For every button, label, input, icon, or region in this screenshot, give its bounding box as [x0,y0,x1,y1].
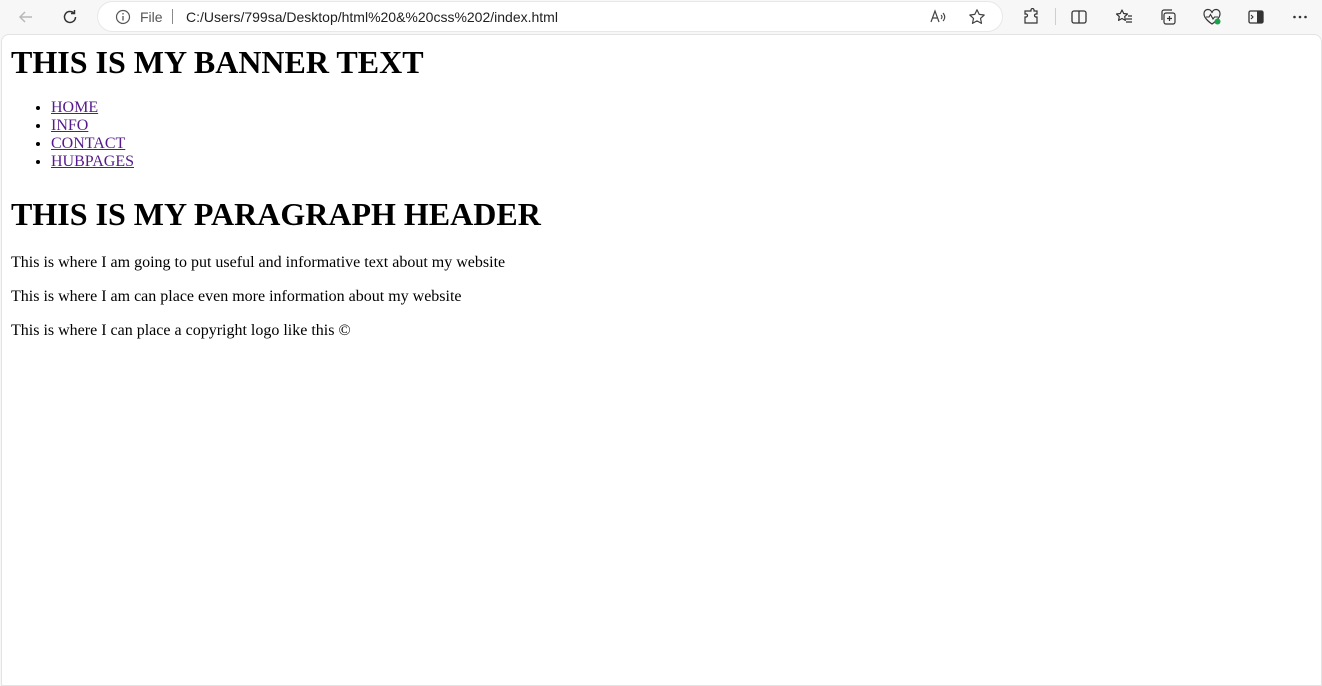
back-icon[interactable] [11,3,41,31]
nav-item-home: HOME [51,99,134,117]
nav-link-home[interactable]: HOME [51,99,98,116]
address-divider [172,9,173,24]
nav-item-info: INFO [51,117,134,135]
paragraph-header: THIS IS MY PARAGRAPH HEADER [11,196,541,232]
nav-link-contact[interactable]: CONTACT [51,135,125,152]
address-scheme: File [140,9,163,25]
nav-item-contact: CONTACT [51,135,134,153]
page-viewport: THIS IS MY BANNER TEXT HOME INFO CONTACT… [1,34,1322,686]
browser-essentials-icon[interactable] [1197,3,1227,31]
address-url[interactable]: C:/Users/799sa/Desktop/html%20&%20css%20… [186,9,558,25]
info-icon[interactable] [114,8,132,26]
nav-list: HOME INFO CONTACT HUBPAGES [11,99,134,171]
nav-link-hubpages[interactable]: HUBPAGES [51,153,134,170]
more-icon[interactable] [1285,3,1315,31]
paragraph-1: This is where I am going to put useful a… [11,254,506,271]
toolbar-divider [1055,8,1056,25]
address-bar[interactable]: File C:/Users/799sa/Desktop/html%20&%20c… [98,2,1002,31]
favorite-star-icon[interactable] [966,6,988,28]
nav-link-info[interactable]: INFO [51,117,88,134]
nav-item-hubpages: HUBPAGES [51,153,134,171]
refresh-icon[interactable] [55,3,85,31]
collections-icon[interactable] [1153,3,1183,31]
favorites-icon[interactable] [1109,3,1139,31]
banner-heading: THIS IS MY BANNER TEXT [11,44,424,80]
read-aloud-icon[interactable] [927,6,949,28]
split-screen-icon[interactable] [1064,3,1094,31]
paragraph-2: This is where I am can place even more i… [11,288,462,305]
sidebar-icon[interactable] [1241,3,1271,31]
paragraph-3: This is where I can place a copyright lo… [11,322,351,339]
browser-toolbar: File C:/Users/799sa/Desktop/html%20&%20c… [0,0,1322,34]
extensions-icon[interactable] [1016,3,1046,31]
